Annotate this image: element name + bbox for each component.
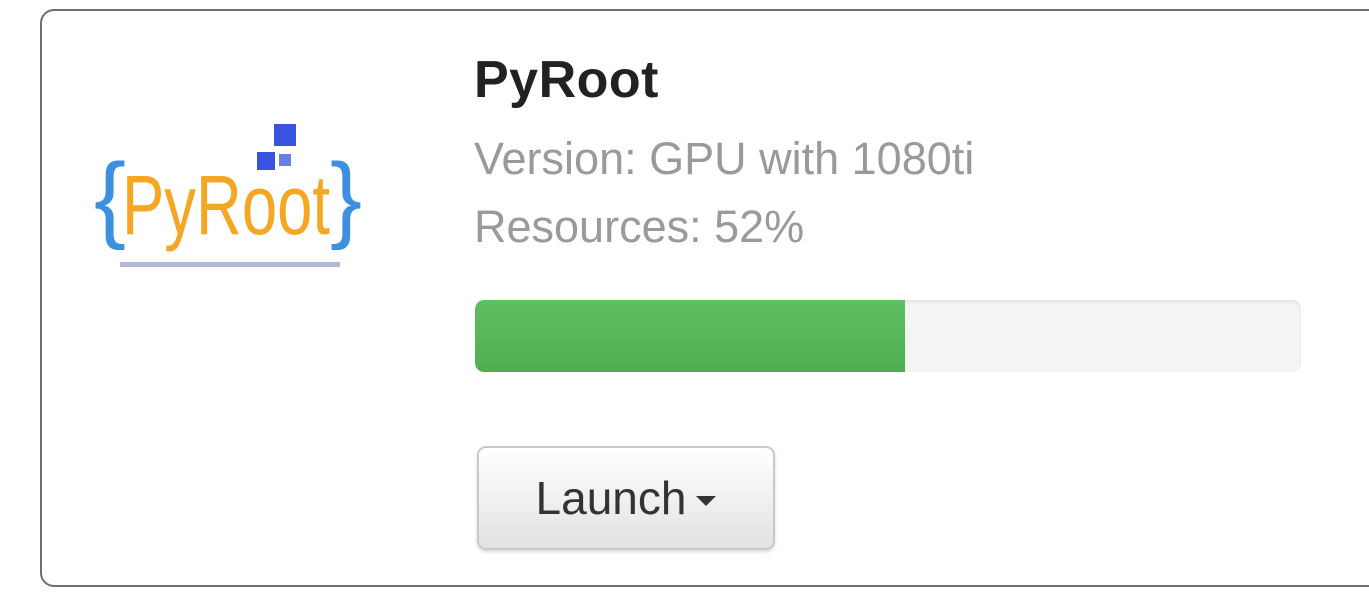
launch-button-label: Launch bbox=[535, 472, 687, 524]
launch-button[interactable]: Launch bbox=[477, 446, 775, 550]
resources-progress-fill bbox=[475, 300, 905, 372]
pyroot-logo: { } PyRoot bbox=[94, 122, 364, 272]
svg-text:}: } bbox=[330, 144, 362, 251]
app-resources: Resources: 52% bbox=[474, 201, 805, 252]
resources-progress-bar bbox=[475, 300, 1301, 372]
app-version: Version: GPU with 1080ti bbox=[474, 133, 975, 184]
svg-text:PyRoot: PyRoot bbox=[122, 158, 330, 252]
caret-down-icon bbox=[696, 496, 717, 506]
pyroot-logo-image: { } PyRoot bbox=[94, 124, 362, 267]
app-title: PyRoot bbox=[474, 51, 659, 109]
